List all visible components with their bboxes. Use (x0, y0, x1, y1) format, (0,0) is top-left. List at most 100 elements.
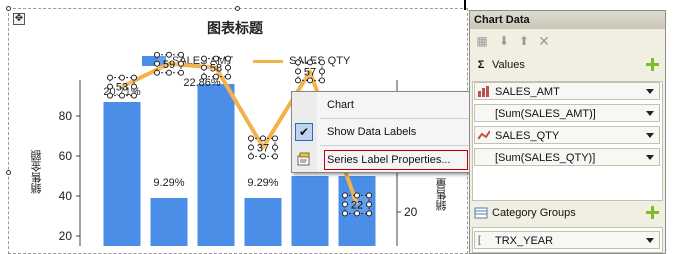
y-axis-left-title: 銷售金額 (30, 150, 43, 194)
data-label-value: 58 (210, 63, 222, 75)
field-label: TRX_YEAR (495, 235, 554, 247)
data-label-value: 59 (163, 59, 175, 71)
sigma-icon: Σ (477, 59, 485, 71)
selection-handle (201, 55, 207, 62)
selection-handle (225, 64, 231, 71)
selection-handle (272, 153, 278, 160)
selection-handle (342, 192, 348, 199)
bar-series-icon (478, 86, 489, 97)
context-menu: Chart ▶ ✔ Show Data Labels Series Label … (291, 91, 489, 173)
selection-handle (342, 201, 348, 208)
dropdown-arrow-icon[interactable] (646, 155, 654, 160)
data-label-value: 57 (304, 66, 316, 78)
dropdown-arrow-icon[interactable] (646, 133, 654, 138)
selection-handle (366, 192, 372, 199)
data-label-percent: 9.29% (153, 177, 184, 189)
bar (197, 84, 235, 246)
y-tick-label: 60 (59, 149, 73, 163)
selection-handle (319, 59, 325, 66)
selection-handle (107, 83, 113, 90)
selection-handle (154, 69, 160, 76)
series-properties-icon[interactable]: ▦ (474, 33, 490, 49)
add-value-icon[interactable] (646, 58, 659, 71)
move-down-icon[interactable]: ⬇ (496, 33, 512, 49)
menu-item-label: Show Data Labels (327, 126, 417, 138)
selection-handle (342, 210, 348, 217)
selection-handle (307, 77, 313, 84)
data-label-value: 22 (351, 199, 363, 211)
values-series-row[interactable]: SALES_QTY (474, 126, 660, 144)
selection-handle (131, 83, 137, 90)
category-groups-icon (474, 207, 488, 219)
selection-handle (295, 59, 301, 66)
menu-item-label: Chart (327, 99, 354, 111)
selection-handle (225, 73, 231, 80)
selection-handle (248, 153, 254, 160)
values-list: SALES_AMT [Sum(SALES_AMT)] SALES_QTY [Su… (472, 81, 663, 201)
selection-handle (154, 51, 160, 58)
dropdown-arrow-icon[interactable] (646, 111, 654, 116)
selection-handle (354, 192, 360, 199)
selection-handle (201, 73, 207, 80)
properties-icon (297, 152, 310, 166)
dropdown-arrow-icon[interactable] (646, 238, 654, 243)
selection-handle (178, 51, 184, 58)
selection-handle (260, 135, 266, 142)
bar (291, 176, 329, 246)
selection-handle (248, 144, 254, 151)
selection-handle (178, 69, 184, 76)
move-up-icon[interactable]: ⬆ (516, 33, 532, 49)
selection-handle (319, 68, 325, 75)
menu-separator (320, 145, 486, 146)
data-label-value: 37 (257, 142, 269, 154)
selection-handle (307, 59, 313, 66)
field-label: SALES_AMT (495, 86, 560, 98)
menu-separator (320, 118, 486, 119)
category-field-row[interactable]: [ TRX_YEAR (474, 231, 660, 249)
panel-toolbar: ▦ ⬇ ⬆ ✕ (470, 30, 665, 52)
category-section-header: Category Groups (470, 203, 665, 223)
dropdown-arrow-icon[interactable] (646, 89, 654, 94)
menu-item-label: Series Label Properties... (327, 154, 451, 166)
values-field-row[interactable]: [Sum(SALES_AMT)] (474, 104, 660, 122)
selection-handle (213, 55, 219, 62)
add-category-icon[interactable] (646, 206, 659, 219)
line-series-icon (478, 130, 490, 140)
selection-handle (295, 77, 301, 84)
selection-handle (225, 55, 231, 62)
values-field-row[interactable]: [Sum(SALES_QTY)] (474, 148, 660, 166)
chart-data-panel: Chart Data ▦ ⬇ ⬆ ✕ Σ Values SALES_AMT [S… (469, 10, 666, 254)
values-section-header: Σ Values (470, 55, 665, 75)
checkmark-icon: ✔ (295, 123, 313, 141)
y-tick-label: 40 (59, 189, 73, 203)
values-section-label: Values (492, 59, 525, 71)
panel-title: Chart Data (470, 11, 665, 29)
data-label-percent: 9.29% (247, 177, 278, 189)
y-tick-label: 80 (59, 109, 73, 123)
field-label: [Sum(SALES_QTY)] (495, 152, 596, 164)
selection-handle (213, 73, 219, 80)
selection-handle (366, 210, 372, 217)
menu-item-chart[interactable]: Chart ▶ (292, 94, 488, 116)
menu-item-series-label-properties[interactable]: Series Label Properties... (292, 149, 488, 171)
selection-handle (260, 153, 266, 160)
selection-handle (272, 144, 278, 151)
menu-item-show-data-labels[interactable]: ✔ Show Data Labels (292, 121, 488, 143)
field-label: [Sum(SALES_AMT)] (495, 108, 596, 120)
bar (150, 198, 188, 246)
report-designer-stage: ✥ 图表标题 SALES AMT SALES QTY 80 60 40 20 20 20.… (0, 0, 674, 254)
selection-handle (154, 60, 160, 67)
selection-handle (272, 135, 278, 142)
selection-handle (166, 69, 172, 76)
bar (103, 102, 141, 246)
category-section-label: Category Groups (492, 207, 576, 219)
category-groups-list: [ TRX_YEAR (472, 227, 663, 253)
selection-handle (166, 51, 172, 58)
selection-handle (319, 77, 325, 84)
selection-handle (295, 68, 301, 75)
values-series-row[interactable]: SALES_AMT (474, 82, 660, 100)
delete-icon[interactable]: ✕ (536, 33, 552, 49)
y2-tick-label: 20 (404, 205, 418, 219)
data-label-value: 53 (116, 82, 128, 94)
selection-handle (131, 92, 137, 99)
